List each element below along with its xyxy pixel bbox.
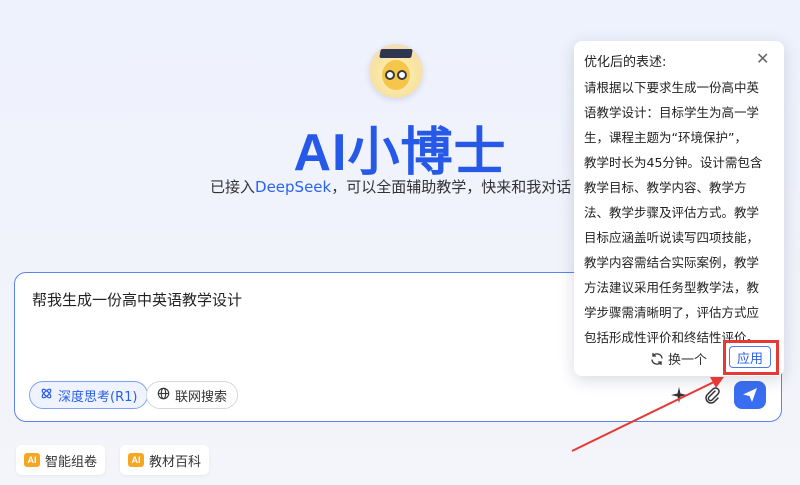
- feature-label: 智能组卷: [45, 454, 98, 470]
- optimized-prompt-popup: 优化后的表述: ✕ 请根据以下要求生成一份高中英 语教学设计：目标学生为高一学 …: [574, 41, 784, 376]
- annotation-highlight-box: [723, 340, 779, 375]
- popup-line: 教学时长为45分钟。设计需包含: [584, 155, 763, 170]
- close-icon[interactable]: ✕: [756, 49, 769, 68]
- feature-smart-paper[interactable]: AI 智能组卷: [16, 445, 106, 475]
- popup-line: 教学内容需结合实际案例，教学: [584, 255, 760, 270]
- ai-badge-icon: AI: [128, 453, 144, 467]
- web-search-toggle[interactable]: 联网搜索: [146, 381, 239, 409]
- subtitle-brand: DeepSeek: [255, 178, 332, 196]
- popup-line: 教学目标、教学内容、教学方: [584, 180, 747, 195]
- popup-title: 优化后的表述:: [584, 55, 667, 70]
- ai-badge-icon: AI: [24, 453, 40, 467]
- attach-button[interactable]: [698, 381, 726, 409]
- popup-line: 请根据以下要求生成一份高中英: [584, 80, 760, 95]
- feature-textbook-wiki[interactable]: AI 教材百科: [120, 445, 210, 475]
- popup-line: 方法建议采用任务型教学法，教: [584, 280, 760, 295]
- sparkle-icon: [671, 387, 687, 403]
- retry-label: 换一个: [668, 353, 708, 368]
- chat-input-text[interactable]: 帮我生成一份高中英语教学设计: [32, 289, 242, 310]
- sparkle-optimize-button[interactable]: [665, 381, 693, 409]
- popup-line: 语教学设计：目标学生为高一学: [584, 105, 760, 120]
- retry-button[interactable]: 换一个: [650, 349, 707, 368]
- subtitle-prefix: 已接入: [210, 178, 256, 196]
- mascot-logo: [369, 44, 423, 98]
- send-icon: [743, 388, 757, 402]
- subtitle-suffix: ，可以全面辅助教学，快来和我对话: [331, 178, 572, 196]
- popup-line: 生，课程主题为“环境保护”，: [584, 130, 747, 145]
- globe-icon: [157, 387, 170, 404]
- refresh-icon: [651, 352, 663, 365]
- deep-think-label: 深度思考(R1): [58, 389, 138, 405]
- web-search-label: 联网搜索: [175, 389, 228, 405]
- deep-think-toggle[interactable]: 深度思考(R1): [29, 381, 149, 409]
- atom-icon: [40, 387, 53, 404]
- feature-label: 教材百科: [149, 454, 202, 470]
- popup-line: 学步骤需清晰明了，评估方式应: [584, 305, 760, 320]
- popup-line: 目标应涵盖听说读写四项技能，: [584, 230, 760, 245]
- page-subtitle: 已接入DeepSeek，可以全面辅助教学，快来和我对话: [210, 176, 571, 197]
- paperclip-icon: [705, 387, 720, 404]
- popup-line: 法、教学步骤及评估方式。教学: [584, 205, 760, 220]
- popup-body: 请根据以下要求生成一份高中英 语教学设计：目标学生为高一学 生，课程主题为“环境…: [584, 75, 774, 350]
- send-button[interactable]: [734, 381, 766, 409]
